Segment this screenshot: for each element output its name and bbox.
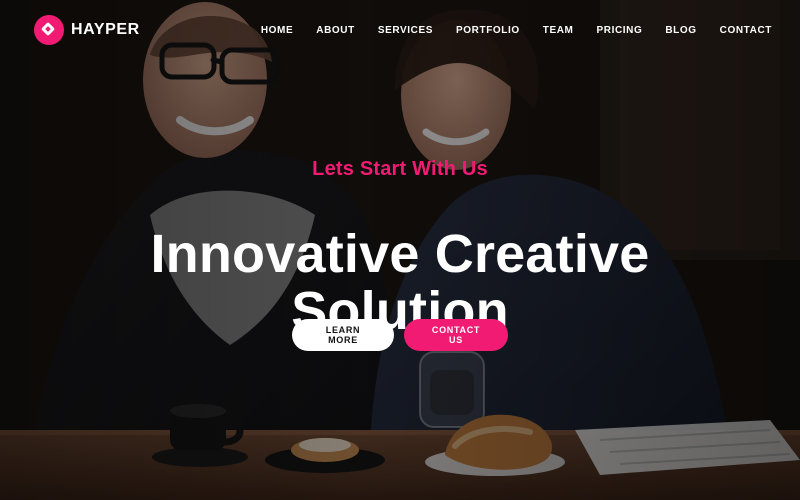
nav-item-home[interactable]: HOME bbox=[261, 25, 293, 36]
nav-item-team[interactable]: TEAM bbox=[543, 25, 574, 36]
brand-link[interactable]: HAYPER bbox=[34, 15, 140, 45]
learn-more-button[interactable]: LEARN MORE bbox=[292, 319, 394, 351]
nav-item-portfolio[interactable]: PORTFOLIO bbox=[456, 25, 520, 36]
nav-item-services[interactable]: SERVICES bbox=[378, 25, 433, 36]
hero-actions: LEARN MORE CONTACT US bbox=[0, 319, 800, 351]
primary-nav: HOME ABOUT SERVICES PORTFOLIO TEAM PRICI… bbox=[261, 25, 772, 36]
hero-kicker: Lets Start With Us bbox=[312, 158, 488, 180]
hero-section: HAYPER HOME ABOUT SERVICES PORTFOLIO TEA… bbox=[0, 0, 800, 500]
top-navigation: HAYPER HOME ABOUT SERVICES PORTFOLIO TEA… bbox=[0, 0, 800, 60]
nav-item-blog[interactable]: BLOG bbox=[665, 25, 696, 36]
brand-logo-icon bbox=[34, 15, 64, 45]
hero-content: Lets Start With Us Innovative Creative S… bbox=[0, 0, 800, 500]
nav-item-pricing[interactable]: PRICING bbox=[596, 25, 642, 36]
nav-item-about[interactable]: ABOUT bbox=[316, 25, 355, 36]
nav-item-contact[interactable]: CONTACT bbox=[720, 25, 772, 36]
brand-name: HAYPER bbox=[71, 21, 140, 38]
contact-us-button[interactable]: CONTACT US bbox=[404, 319, 508, 351]
hero-headline-line-1: Innovative Creative bbox=[150, 224, 650, 285]
